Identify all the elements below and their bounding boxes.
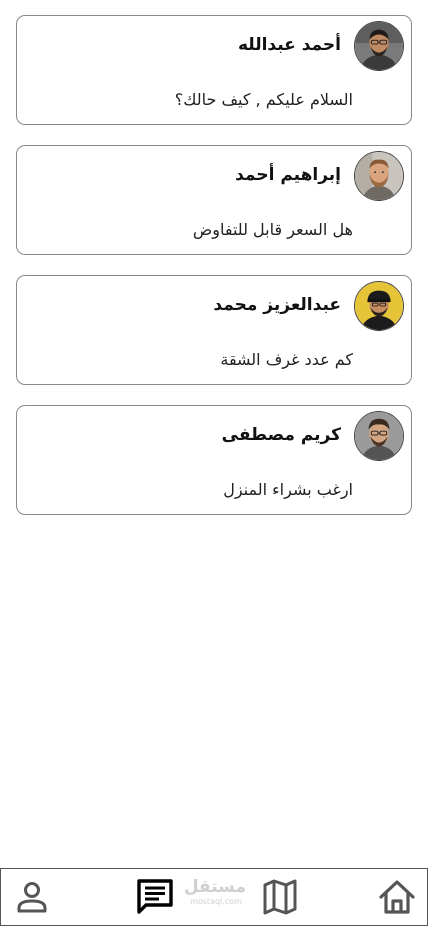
avatar bbox=[354, 21, 404, 71]
contact-name: إبراهيم أحمد bbox=[235, 165, 341, 185]
avatar bbox=[354, 151, 404, 201]
nav-chats[interactable] bbox=[133, 875, 177, 919]
nav-map[interactable] bbox=[258, 875, 302, 919]
nav-profile[interactable] bbox=[10, 875, 54, 919]
chat-list: أحمد عبدالله السلام عليكم , كيف حالك؟ إب… bbox=[16, 15, 412, 535]
last-message: هل السعر قابل للتفاوض bbox=[192, 220, 353, 239]
person-icon bbox=[17, 882, 47, 913]
chat-card[interactable]: أحمد عبدالله السلام عليكم , كيف حالك؟ bbox=[16, 15, 412, 125]
chat-card[interactable]: إبراهيم أحمد هل السعر قابل للتفاوض bbox=[16, 145, 412, 255]
chat-card[interactable]: كريم مصطفى ارغب بشراء المنزل bbox=[16, 405, 412, 515]
last-message: ارغب بشراء المنزل bbox=[223, 480, 353, 499]
contact-name: كريم مصطفى bbox=[221, 425, 341, 445]
contact-name: أحمد عبدالله bbox=[237, 35, 341, 55]
last-message: كم عدد غرف الشقة bbox=[220, 350, 353, 369]
contact-name: عبدالعزيز محمد bbox=[213, 295, 341, 315]
home-icon bbox=[379, 880, 415, 914]
mostaql-watermark: مستقل mostaql.com bbox=[183, 877, 246, 906]
bottom-nav: مستقل mostaql.com bbox=[0, 868, 428, 926]
chat-icon bbox=[137, 879, 173, 914]
watermark-arabic: مستقل bbox=[183, 877, 246, 897]
nav-home[interactable] bbox=[375, 875, 419, 919]
avatar bbox=[354, 281, 404, 331]
watermark-latin: mostaql.com bbox=[190, 897, 242, 906]
map-icon bbox=[263, 879, 297, 915]
chat-card[interactable]: عبدالعزيز محمد كم عدد غرف الشقة bbox=[16, 275, 412, 385]
avatar-bearded-man-icon bbox=[355, 152, 403, 200]
avatar-young-man-icon bbox=[355, 412, 403, 460]
avatar-glasses-man-icon bbox=[355, 22, 403, 70]
last-message: السلام عليكم , كيف حالك؟ bbox=[174, 90, 353, 109]
avatar-cap-man-icon bbox=[355, 282, 403, 330]
chats-screen: أحمد عبدالله السلام عليكم , كيف حالك؟ إب… bbox=[0, 0, 428, 926]
avatar bbox=[354, 411, 404, 461]
